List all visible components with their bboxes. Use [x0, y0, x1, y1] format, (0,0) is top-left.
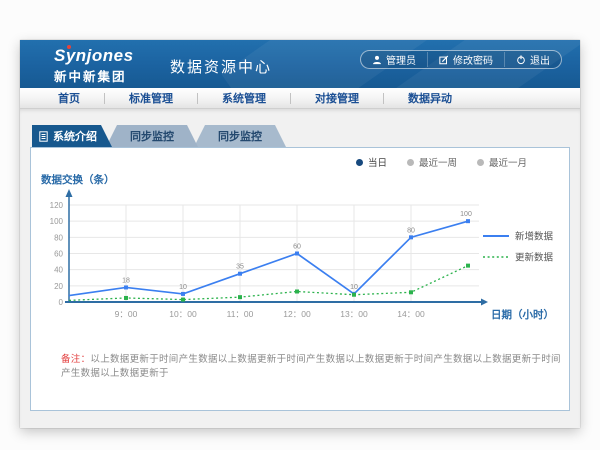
radio-icon [356, 159, 363, 166]
filter-label: 最近一周 [419, 155, 457, 169]
user-icon [372, 55, 382, 65]
document-icon [39, 131, 48, 142]
tab-label: 同步监控 [130, 128, 174, 144]
nav-item-data-change[interactable]: 数据异动 [384, 90, 476, 106]
data-point [238, 272, 242, 276]
filter-label: 最近一月 [489, 155, 527, 169]
x-tick-label: 9：00 [115, 309, 138, 319]
data-point-label: 10 [179, 284, 187, 291]
data-point [409, 235, 413, 239]
data-point [295, 252, 299, 256]
edit-icon [439, 55, 449, 65]
data-point [124, 285, 128, 289]
data-point [181, 298, 185, 302]
y-tick-label: 40 [54, 266, 63, 275]
footnote: 备注：以上数据更新于时间产生数据以上数据更新于时间产生数据以上数据更新于时间产生… [61, 351, 569, 379]
data-point [466, 264, 470, 268]
page-title: 数据资源中心 [170, 56, 272, 77]
user-toolbar: 管理员 修改密码 退出 [360, 50, 562, 69]
current-user-button[interactable]: 管理员 [361, 52, 427, 67]
legend-label: 新增数据 [515, 231, 554, 243]
nav-item-home[interactable]: 首页 [34, 90, 104, 106]
data-point [181, 292, 185, 296]
nav-item-interface-mgmt[interactable]: 对接管理 [291, 90, 383, 106]
content-area: 系统介绍 同步监控 同步监控 当日 最近一周 [20, 109, 580, 427]
app-window: Synjones 新中新集团 数据资源中心 管理员 [20, 40, 580, 428]
data-point [124, 296, 128, 300]
y-tick-label: 0 [59, 298, 64, 307]
filter-today[interactable]: 当日 [356, 155, 387, 169]
chart-panel: 当日 最近一周 最近一月 0 20 40 60 80 100 120 9：00 10：00 11：… [30, 147, 570, 411]
radio-icon [477, 159, 484, 166]
footnote-label: 备注： [61, 354, 90, 365]
x-tick-label: 10：00 [169, 309, 197, 319]
radio-icon [407, 159, 414, 166]
line-chart: 0 20 40 60 80 100 120 9：00 10：00 11：00 12：00 13：00 1… [31, 170, 571, 330]
filter-last-month[interactable]: 最近一月 [477, 155, 527, 169]
company-logo: Synjones 新中新集团 [54, 46, 134, 85]
nav-item-standard-mgmt[interactable]: 标准管理 [105, 90, 197, 106]
data-point-label: 10 [350, 284, 358, 291]
y-axis-title: 数据交换（条） [40, 173, 115, 186]
logo-company-name: 新中新集团 [54, 66, 134, 85]
data-point-label: 100 [460, 211, 472, 218]
main-nav: 首页 标准管理 系统管理 对接管理 数据异动 [20, 88, 580, 109]
page: Synjones 新中新集团 数据资源中心 管理员 [0, 0, 600, 450]
tab-sync-monitor-2[interactable]: 同步监控 [194, 125, 286, 147]
filter-label: 当日 [368, 155, 387, 169]
y-tick-label: 60 [54, 250, 63, 259]
logo-red-dot [67, 45, 71, 49]
x-tick-label: 11：00 [227, 309, 254, 319]
line-chart-svg: 0 20 40 60 80 100 120 9：00 10：00 11：00 12：00 13：00 1… [31, 170, 571, 330]
y-tick-label: 100 [50, 217, 64, 226]
data-point [238, 295, 242, 299]
nav-item-system-mgmt[interactable]: 系统管理 [198, 90, 290, 106]
x-tick-label: 14：00 [397, 309, 425, 319]
change-password-label: 修改密码 [453, 52, 493, 67]
user-label: 管理员 [386, 52, 416, 67]
y-tick-label: 120 [50, 201, 64, 210]
app-header: Synjones 新中新集团 数据资源中心 管理员 [20, 40, 580, 88]
x-tick-label: 12：00 [283, 309, 311, 319]
data-point [466, 219, 470, 223]
x-axis-title: 日期（小时） [491, 308, 554, 321]
y-tick-label: 80 [54, 233, 63, 242]
data-point-label: 60 [293, 244, 301, 251]
data-point-label: 80 [407, 227, 415, 234]
logout-label: 退出 [530, 52, 550, 67]
tab-bar: 系统介绍 同步监控 同步监控 [32, 125, 286, 147]
tab-label: 同步监控 [218, 128, 262, 144]
y-tick-label: 20 [54, 282, 63, 291]
data-point [409, 290, 413, 294]
x-tick-label: 13：00 [340, 309, 368, 319]
filter-last-week[interactable]: 最近一周 [407, 155, 457, 169]
footnote-text: 以上数据更新于时间产生数据以上数据更新于时间产生数据以上数据更新于时间产生数据以… [61, 354, 561, 379]
range-filter-group: 当日 最近一周 最近一月 [356, 155, 527, 169]
data-point [295, 289, 299, 293]
logout-button[interactable]: 退出 [504, 52, 561, 67]
data-point [352, 293, 356, 297]
tab-label: 系统介绍 [53, 128, 97, 144]
tab-sync-monitor-1[interactable]: 同步监控 [106, 125, 198, 147]
x-axis-arrow [481, 299, 488, 306]
data-point-label: 35 [236, 264, 244, 271]
logo-wordmark: Synjones [54, 46, 134, 66]
y-axis-arrow [66, 189, 73, 197]
change-password-button[interactable]: 修改密码 [427, 52, 504, 67]
data-point-label: 18 [122, 277, 130, 284]
power-icon [516, 55, 526, 65]
legend-label: 更新数据 [515, 252, 554, 264]
tab-system-intro[interactable]: 系统介绍 [32, 125, 112, 147]
